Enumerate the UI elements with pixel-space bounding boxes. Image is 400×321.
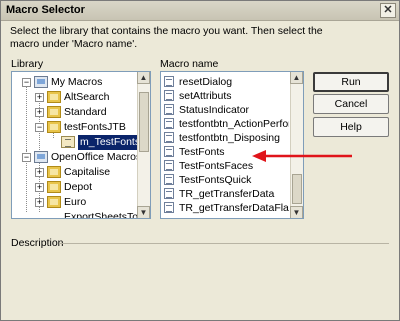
macro-icon (164, 76, 174, 87)
annotation-arrow-icon (252, 150, 352, 162)
module-icon (61, 136, 75, 148)
selected-module-label: m_TestFonts (78, 135, 143, 150)
scroll-thumb[interactable] (292, 174, 302, 204)
collapse-icon[interactable]: − (22, 153, 31, 162)
library-icon (47, 181, 61, 193)
macro-selector-dialog: Macro Selector ✕ Select the library that… (0, 0, 400, 321)
scroll-down-icon[interactable]: ▼ (290, 206, 303, 218)
macro-icon (164, 118, 174, 129)
list-item[interactable]: testfontbtn_Disposing (164, 131, 289, 145)
tree-item-testfontsjtb[interactable]: − testFontsJTB (12, 120, 137, 135)
expand-icon[interactable]: + (35, 93, 44, 102)
tree-item-my-macros[interactable]: − My Macros (12, 75, 137, 90)
macro-icon (164, 188, 174, 199)
scroll-thumb[interactable] (139, 92, 149, 152)
macro-icon (164, 90, 174, 101)
expand-icon[interactable]: + (35, 183, 44, 192)
list-item[interactable]: setAttributs (164, 89, 289, 103)
tree-item-euro[interactable]: + Euro (12, 195, 137, 210)
library-label: Library (11, 58, 44, 70)
instructions-text: Select the library that contains the mac… (10, 25, 323, 50)
list-item[interactable]: TR_getTransferData (164, 187, 289, 201)
expand-icon[interactable]: + (35, 198, 44, 207)
computer-icon (34, 151, 48, 163)
computer-icon (34, 76, 48, 88)
macro-icon (164, 146, 174, 157)
tree-item-depot[interactable]: + Depot (12, 180, 137, 195)
run-button[interactable]: Run (313, 72, 389, 92)
library-vertical-scrollbar[interactable]: ▲ ▼ (137, 72, 150, 218)
library-icon (47, 166, 61, 178)
scroll-down-icon[interactable]: ▼ (137, 206, 150, 218)
tree-item-altsearch[interactable]: + AltSearch (12, 90, 137, 105)
tree-item-exportsheets[interactable]: ExportSheetsToH (12, 210, 137, 218)
list-item[interactable]: StatusIndicator (164, 103, 289, 117)
library-icon (47, 106, 61, 118)
library-tree[interactable]: − My Macros + AltSearch + Standard − tes… (11, 71, 151, 219)
macro-icon (164, 132, 174, 143)
tree-item-m-testfonts[interactable]: m_TestFonts (12, 135, 143, 150)
macro-icon (164, 160, 174, 171)
list-item[interactable]: TR_getTransferDataFlavors (164, 201, 289, 215)
list-item[interactable]: testfontbtn_ActionPerformed (164, 117, 289, 131)
macro-vertical-scrollbar[interactable]: ▲ ▼ (290, 72, 303, 218)
scroll-up-icon[interactable]: ▲ (137, 72, 150, 84)
list-item[interactable]: resetDialog (164, 75, 289, 89)
expand-icon[interactable]: + (35, 168, 44, 177)
collapse-icon[interactable]: − (35, 123, 44, 132)
library-icon (47, 196, 61, 208)
library-icon (47, 91, 61, 103)
tree-item-capitalise[interactable]: + Capitalise (12, 165, 137, 180)
description-label: Description (11, 237, 64, 249)
cancel-button[interactable]: Cancel (313, 94, 389, 114)
description-separator (59, 243, 389, 244)
library-icon (47, 121, 61, 133)
macro-name-label: Macro name (160, 58, 219, 70)
help-button[interactable]: Help (313, 117, 389, 137)
macro-icon (164, 202, 174, 213)
close-button[interactable]: ✕ (380, 3, 396, 18)
macro-name-list[interactable]: resetDialog setAttributs StatusIndicator… (160, 71, 304, 219)
expand-icon[interactable]: + (35, 108, 44, 117)
collapse-icon[interactable]: − (22, 78, 31, 87)
tree-item-openoffice-macros[interactable]: − OpenOffice Macros (12, 150, 141, 165)
scroll-up-icon[interactable]: ▲ (290, 72, 303, 84)
title-bar: Macro Selector ✕ (1, 1, 399, 21)
macro-icon (164, 104, 174, 115)
tree-item-standard[interactable]: + Standard (12, 105, 137, 120)
list-item[interactable]: TestFontsQuick (164, 173, 289, 187)
window-title: Macro Selector (6, 4, 85, 16)
macro-icon (164, 174, 174, 185)
